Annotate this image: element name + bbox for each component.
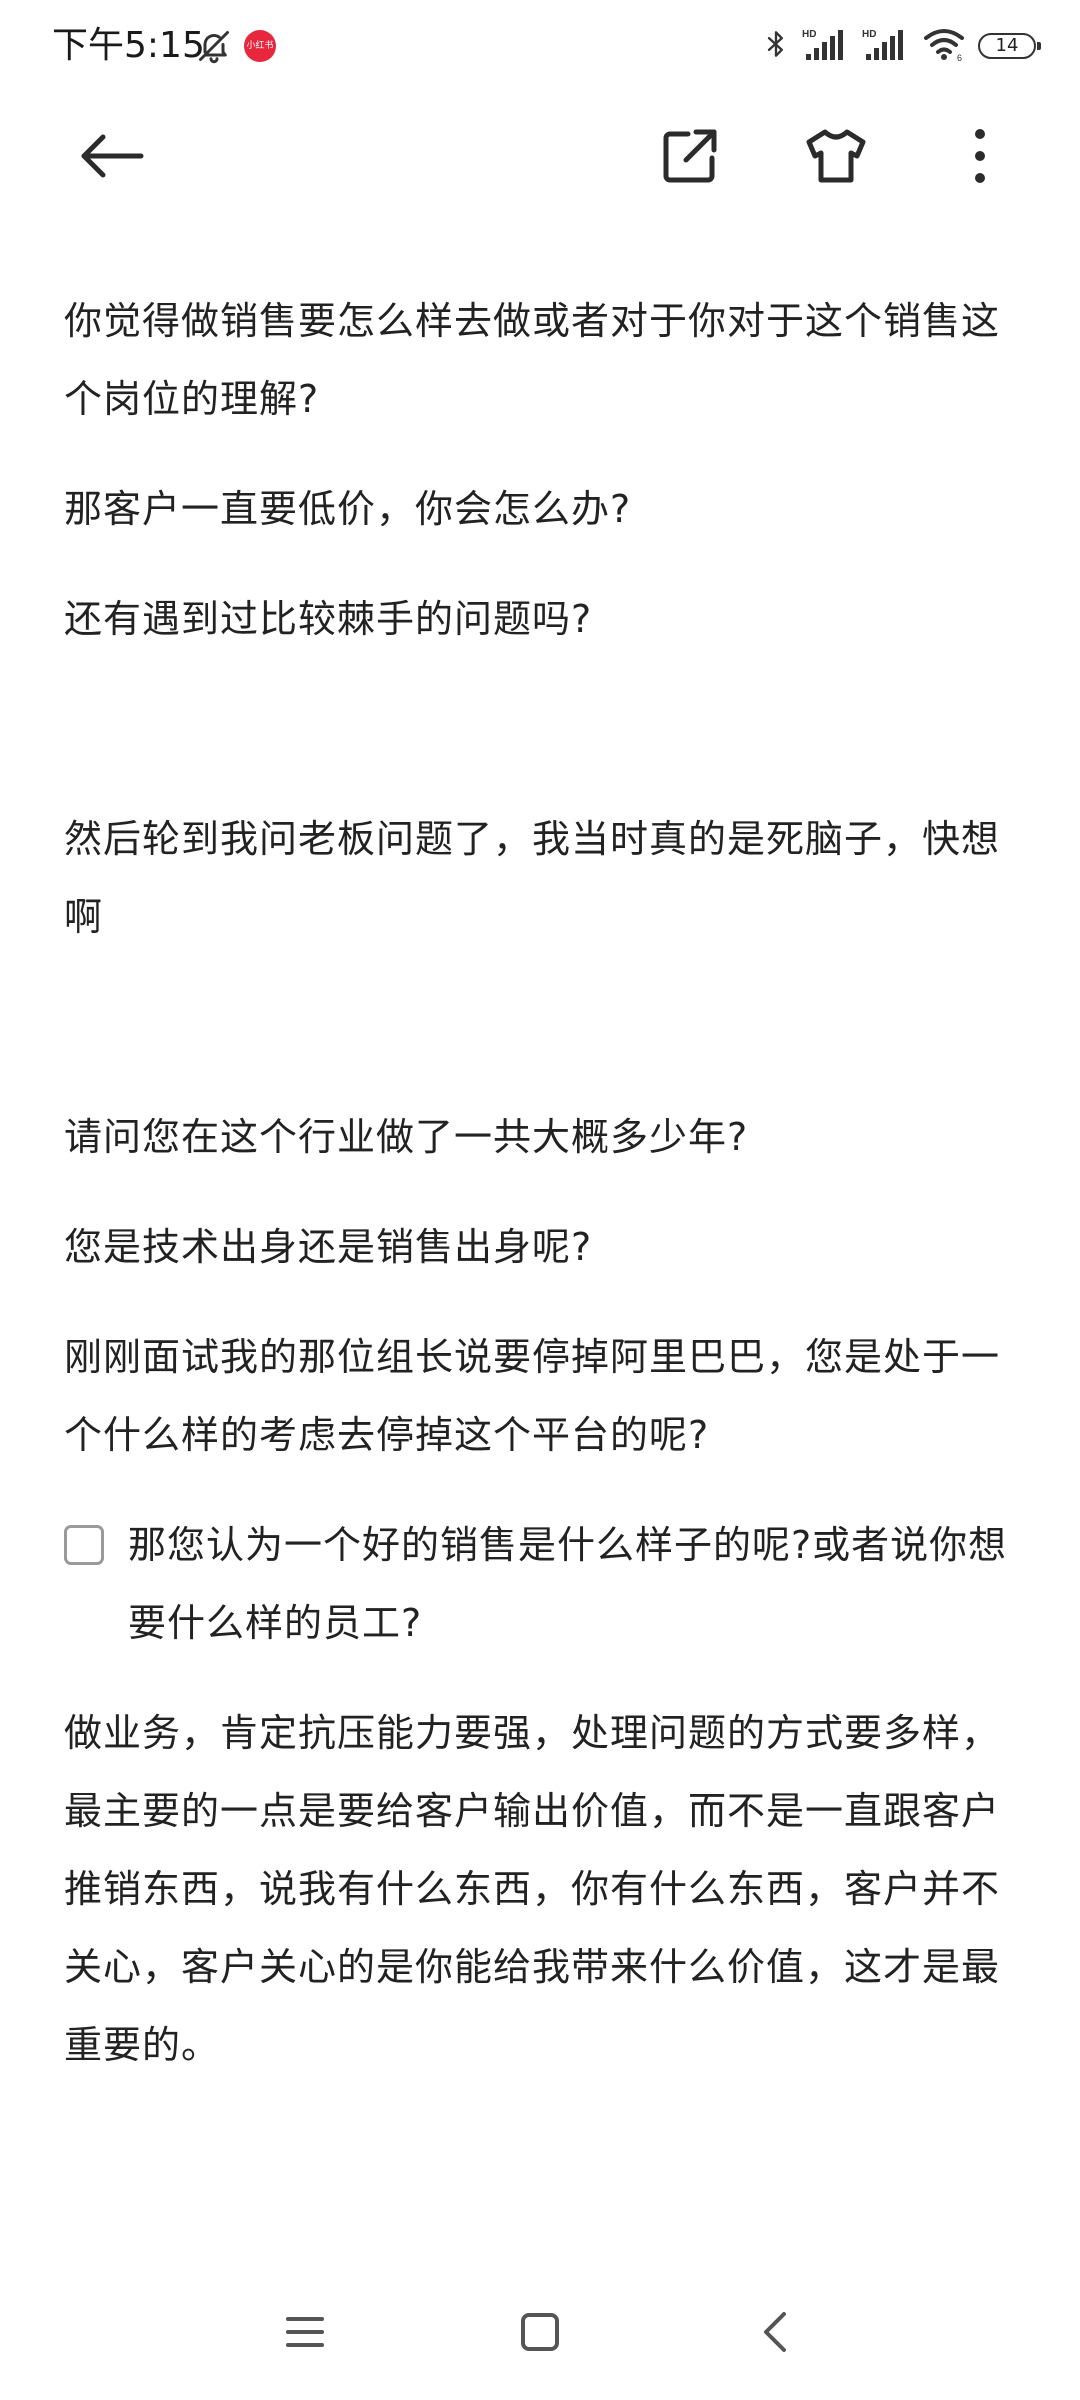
svg-text:6: 6 — [957, 53, 962, 62]
more-vert-icon — [974, 128, 986, 188]
svg-text:HD: HD — [802, 29, 816, 40]
xiaohongshu-badge-icon: 小红书 — [244, 30, 276, 62]
theme-button[interactable] — [786, 108, 886, 208]
paragraph[interactable]: 您是技术出身还是销售出身呢? — [64, 1208, 1016, 1286]
todo-checkbox[interactable] — [64, 1525, 104, 1565]
todo-item: 那您认为一个好的销售是什么样子的呢?或者说你想要什么样的员工? — [64, 1506, 1016, 1662]
back-button[interactable] — [62, 108, 162, 208]
todo-text[interactable]: 那您认为一个好的销售是什么样子的呢?或者说你想要什么样的员工? — [128, 1506, 1016, 1662]
paragraph[interactable]: 请问您在这个行业做了一共大概多少年? — [64, 1098, 1016, 1176]
bell-muted-icon — [196, 28, 232, 64]
paragraph[interactable]: 然后轮到我问老板问题了，我当时真的是死脑子，快想啊 — [64, 800, 1016, 956]
status-bar: 下午5:15 小红书 HD HD 6 14 — [0, 0, 1080, 92]
share-button[interactable] — [640, 108, 740, 208]
share-icon — [662, 128, 718, 188]
wifi-icon: 6 — [922, 26, 966, 66]
svg-text:HD: HD — [862, 29, 876, 40]
paragraph[interactable]: 还有遇到过比较棘手的问题吗? — [64, 580, 1016, 658]
home-button[interactable] — [500, 2294, 580, 2374]
menu-icon — [285, 2314, 325, 2354]
bluetooth-icon — [762, 26, 790, 66]
note-content[interactable]: 你觉得做销售要怎么样去做或者对于你对于这个销售这个岗位的理解? 那客户一直要低价… — [64, 282, 1016, 2116]
paragraph[interactable]: 做业务，肯定抗压能力要强，处理问题的方式要多样，最主要的一点是要给客户输出价值，… — [64, 1694, 1016, 2084]
system-nav-bar — [0, 2280, 1080, 2400]
status-indicators: HD HD 6 14 — [762, 26, 1041, 66]
app-bar — [0, 108, 1080, 208]
recents-button[interactable] — [265, 2294, 345, 2374]
paragraph[interactable]: 刚刚面试我的那位组长说要停掉阿里巴巴，您是处于一个什么样的考虑去停掉这个平台的呢… — [64, 1318, 1016, 1474]
signal-hd-icon-1: HD — [802, 26, 850, 66]
paragraph[interactable]: 那客户一直要低价，你会怎么办? — [64, 470, 1016, 548]
more-options-button[interactable] — [930, 108, 1030, 208]
shirt-icon — [805, 128, 867, 188]
status-time: 下午5:15 — [52, 25, 205, 66]
chevron-left-icon — [761, 2310, 789, 2358]
paragraph[interactable]: 你觉得做销售要怎么样去做或者对于你对于这个销售这个岗位的理解? — [64, 282, 1016, 438]
signal-hd-icon-2: HD — [862, 26, 910, 66]
back-arrow-icon — [79, 132, 145, 184]
system-back-button[interactable] — [735, 2294, 815, 2374]
battery-icon: 14 — [978, 33, 1041, 59]
square-icon — [520, 2312, 560, 2356]
